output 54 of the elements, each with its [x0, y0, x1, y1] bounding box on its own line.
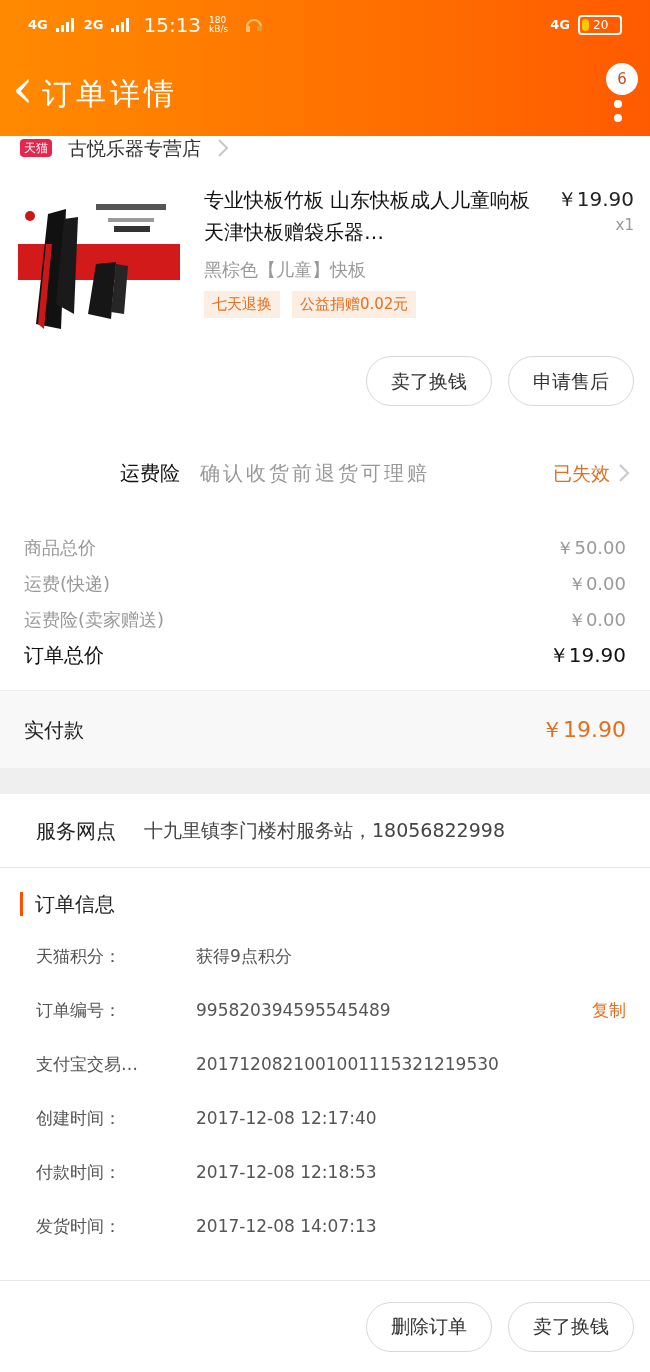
more-icon[interactable]: [613, 99, 623, 123]
info-label: 付款时间：: [36, 1161, 122, 1185]
product-variant: 黑棕色【儿童】快板: [204, 258, 367, 282]
cost-value: ￥0.00: [567, 571, 626, 596]
action-button[interactable]: 卖了换钱: [366, 356, 492, 406]
paid-label: 实付款: [24, 716, 84, 744]
service-label: 服务网点: [36, 817, 116, 845]
product-quantity: x1: [615, 215, 634, 236]
info-label: 订单编号：: [36, 999, 122, 1023]
cost-label: 运费险(卖家赠送): [24, 607, 165, 632]
signal-icon: [111, 18, 132, 32]
cost-label: 订单总价: [24, 642, 104, 669]
info-value: 2017-12-08 14:07:13: [196, 1215, 377, 1239]
info-label: 支付宝交易…: [36, 1053, 139, 1077]
network-label: 2G: [83, 16, 104, 35]
section-title: 订单信息: [35, 891, 115, 918]
signal-icon: [55, 18, 76, 32]
store-tag: 天猫: [20, 139, 52, 157]
cost-value: ￥50.00: [556, 535, 626, 560]
action-button[interactable]: 删除订单: [366, 1301, 492, 1352]
service-tag: 七天退换: [204, 291, 280, 318]
battery-level: 20: [593, 19, 609, 31]
info-value: 2017120821001001115321219530: [196, 1053, 499, 1077]
chevron-right-icon: [618, 463, 630, 483]
action-button[interactable]: 申请售后: [508, 356, 634, 406]
cost-label: 商品总价: [24, 535, 96, 560]
cost-value: ￥19.90: [548, 642, 626, 669]
network-label: 4G: [550, 16, 570, 35]
battery-charge-icon: [582, 19, 589, 31]
action-button[interactable]: 卖了换钱: [508, 1301, 634, 1352]
service-value: 十九里镇李门楼村服务站，18056822998: [144, 818, 505, 844]
page-title: 订单详情: [41, 74, 178, 113]
info-value: 获得9点积分: [196, 945, 292, 969]
speed-unit: kB/s: [209, 25, 229, 34]
speed-value: 180: [209, 16, 228, 25]
insurance-description: 确认收货前退货可理赔: [200, 460, 430, 487]
info-value: 2017-12-08 12:17:40: [196, 1107, 377, 1131]
info-label: 发货时间：: [36, 1215, 122, 1239]
status-time: 15:13: [143, 12, 202, 39]
info-label: 天猫积分：: [36, 945, 122, 969]
info-value: 2017-12-08 12:18:53: [196, 1161, 377, 1185]
network-label: 4G: [28, 16, 48, 35]
store-name[interactable]: 古悦乐器专营店: [68, 138, 201, 158]
insurance-label: 运费险: [119, 460, 181, 487]
product-title[interactable]: 专业快板竹板 山东快板成人儿童响板天津快板赠袋乐器…: [204, 184, 532, 248]
paid-amount: ￥19.90: [541, 716, 626, 744]
info-label: 创建时间：: [36, 1107, 122, 1131]
service-tag: 公益捐赠0.02元: [292, 291, 417, 318]
info-value: 995820394595545489: [196, 999, 391, 1023]
chevron-right-icon: [217, 138, 229, 158]
cost-value: ￥0.00: [567, 607, 626, 632]
cost-label: 运费(快递): [24, 571, 111, 596]
notification-badge: 6: [606, 63, 638, 95]
product-price: ￥19.90: [556, 186, 634, 213]
